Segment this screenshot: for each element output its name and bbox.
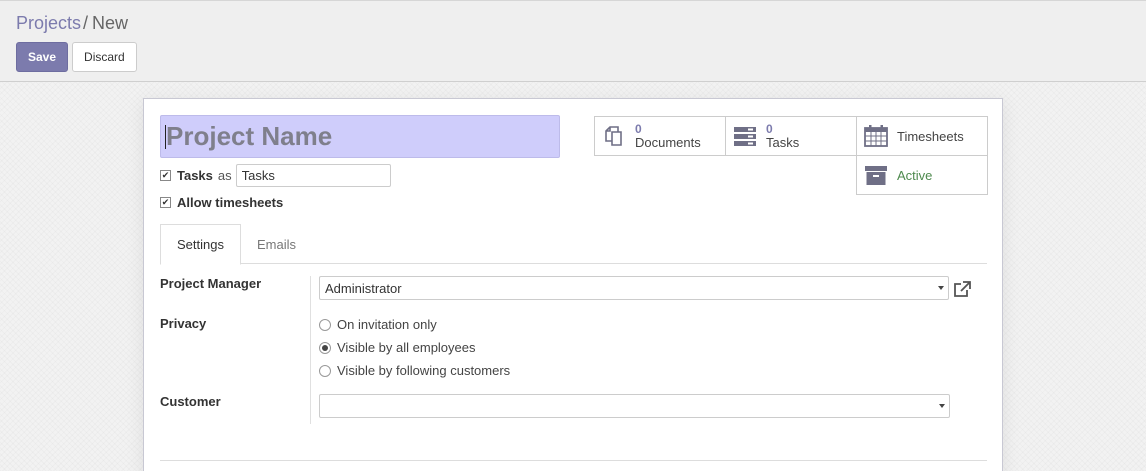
- breadcrumb-current: New: [92, 13, 129, 33]
- save-button[interactable]: Save: [16, 42, 69, 72]
- tasks-smart-button[interactable]: 0 Tasks: [725, 116, 857, 156]
- radio-employees[interactable]: [319, 341, 331, 354]
- project-manager-value: Administrator: [325, 280, 402, 296]
- project-manager-select[interactable]: Administrator: [319, 276, 949, 300]
- chevron-down-icon: [939, 404, 945, 408]
- external-link-icon[interactable]: [952, 280, 972, 298]
- notebook-tabs: Settings Emails: [160, 224, 987, 265]
- allow-timesheets-row: ✔ Allow timesheets: [160, 195, 283, 210]
- project-manager-label: Project Manager: [160, 276, 262, 291]
- tasks-label: Tasks: [177, 168, 213, 183]
- control-panel: Projects / New Save Discard: [0, 0, 1146, 82]
- project-name-input[interactable]: [160, 115, 560, 158]
- tasks-alias-input[interactable]: [235, 164, 391, 187]
- breadcrumb: Projects / New: [16, 13, 128, 34]
- field-divider: [310, 276, 311, 424]
- documents-smart-button[interactable]: 0 Documents: [594, 116, 726, 156]
- active-label: Active: [897, 167, 933, 183]
- radio-customers[interactable]: [319, 364, 331, 377]
- form-sheet: ✔ Tasks as ✔ Allow timesheets 0 Document…: [143, 98, 1003, 471]
- discard-button[interactable]: Discard: [72, 42, 137, 72]
- privacy-option-label: On invitation only: [337, 317, 437, 332]
- tasks-smart-label: Tasks: [766, 135, 800, 150]
- section-divider: [160, 460, 987, 461]
- documents-label: Documents: [635, 135, 701, 150]
- timesheets-label: Timesheets: [897, 128, 964, 144]
- tasks-as-label: as: [217, 168, 232, 183]
- privacy-option-label: Visible by following customers: [337, 363, 511, 378]
- documents-count: 0: [635, 122, 642, 136]
- privacy-option-invitation[interactable]: On invitation only: [319, 317, 437, 332]
- customer-select[interactable]: [319, 394, 950, 418]
- privacy-label: Privacy: [160, 316, 207, 331]
- tasks-icon: [734, 127, 756, 146]
- form-buttons: Save Discard: [16, 42, 137, 72]
- tasks-row: ✔ Tasks as: [160, 164, 391, 187]
- calendar-icon: [864, 125, 888, 147]
- tasks-checkbox[interactable]: ✔: [160, 170, 171, 181]
- tab-settings[interactable]: Settings: [160, 224, 241, 265]
- text-cursor: [165, 125, 166, 149]
- tasks-count: 0: [766, 122, 773, 136]
- active-toggle-button[interactable]: Active: [856, 155, 988, 195]
- tab-emails[interactable]: Emails: [241, 224, 312, 264]
- privacy-option-customers[interactable]: Visible by following customers: [319, 363, 510, 378]
- smart-buttons: 0 Documents 0 Tasks Timesheets Active: [594, 116, 988, 196]
- radio-invitation[interactable]: [319, 318, 331, 331]
- privacy-option-label: Visible by all employees: [337, 340, 476, 355]
- archive-icon: [865, 166, 887, 185]
- allow-timesheets-checkbox[interactable]: ✔: [160, 197, 171, 208]
- documents-icon: [605, 126, 622, 146]
- breadcrumb-separator: /: [83, 13, 89, 33]
- breadcrumb-projects-link[interactable]: Projects: [16, 13, 81, 33]
- timesheets-smart-button[interactable]: Timesheets: [856, 116, 988, 156]
- allow-timesheets-label: Allow timesheets: [177, 195, 284, 210]
- privacy-option-employees[interactable]: Visible by all employees: [319, 340, 476, 355]
- chevron-down-icon: [938, 286, 944, 290]
- customer-label: Customer: [160, 394, 221, 409]
